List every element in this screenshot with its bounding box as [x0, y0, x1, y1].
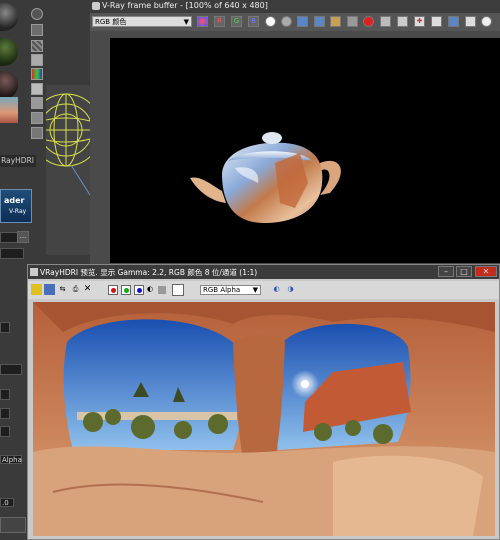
max-viewport[interactable] [46, 85, 90, 255]
white-swatch[interactable] [172, 284, 184, 296]
browse-button[interactable]: ... [17, 231, 29, 243]
clear-image-icon[interactable] [347, 16, 358, 27]
vfb-title-bar[interactable]: V-Ray frame buffer - [100% of 640 x 480] [90, 0, 500, 13]
vrayhdri-preview-window: VRayHDRI 预览. 显示 Gamma: 2.2, RGB 颜色 8 位/通… [27, 264, 500, 540]
duplicate-icon[interactable] [380, 16, 391, 27]
minimize-button[interactable]: – [438, 266, 454, 277]
hdri-material-thumbnail[interactable] [0, 97, 18, 123]
mono-mode-icon[interactable] [281, 16, 292, 27]
sphere-gizmo-icon [46, 93, 90, 196]
sample-uv-icon[interactable] [31, 54, 43, 66]
display-correction-icon[interactable] [448, 16, 459, 27]
swap-icon[interactable]: ⇆ [57, 284, 68, 295]
hdri-panorama-image[interactable] [33, 302, 495, 536]
hdri-title-bar[interactable]: VRayHDRI 预览. 显示 Gamma: 2.2, RGB 颜色 8 位/通… [28, 265, 499, 279]
material-slot-3[interactable] [0, 71, 18, 99]
select-by-material-icon[interactable] [31, 112, 43, 124]
alpha-dropdown[interactable]: Alpha [0, 455, 22, 464]
mono-icon[interactable] [158, 286, 166, 294]
green-channel-button[interactable]: G [231, 16, 242, 27]
backlight-icon[interactable] [31, 24, 43, 36]
vfb-channel-select[interactable]: RGB 颜色 ▼ [92, 16, 192, 27]
save-image-icon[interactable] [297, 16, 308, 27]
map-path-field[interactable] [0, 232, 18, 243]
load-image-icon[interactable] [330, 16, 341, 27]
green-channel-toggle[interactable] [121, 285, 131, 295]
desert-arch-panorama [33, 302, 495, 536]
track-mouse-icon[interactable] [431, 16, 442, 27]
options-icon[interactable] [31, 97, 43, 109]
left-field-2[interactable] [0, 248, 24, 259]
pixel-info-icon[interactable] [465, 16, 476, 27]
follow-mouse-icon[interactable]: ✚ [414, 16, 425, 27]
save-icon[interactable] [31, 284, 42, 295]
vray-frame-buffer-window: V-Ray frame buffer - [100% of 640 x 480]… [90, 0, 500, 265]
vrayhdri-tab[interactable]: RayHDRI [0, 155, 36, 167]
color-picker-icon[interactable] [197, 16, 208, 27]
hdri-title: VRayHDRI 预览. 显示 Gamma: 2.2, RGB 颜色 8 位/通… [40, 268, 258, 277]
render-icon[interactable] [363, 16, 374, 27]
vfb-title: V-Ray frame buffer - [100% of 640 x 480] [102, 1, 268, 10]
vfb-channel-value: RGB 颜色 [95, 18, 127, 26]
left-spinner-3[interactable] [0, 408, 10, 419]
hdri-channel-value: RGB Alpha [203, 286, 241, 294]
vray-logo-icon [92, 2, 100, 10]
material-slot-1[interactable] [0, 3, 18, 31]
hdri-toolbar: ⇆ ⎙ ✕ ◐ RGB Alpha ▼ ◐ ◑ [28, 281, 499, 299]
loader-line-2: V-Ray [9, 208, 27, 215]
left-spinner-1[interactable] [0, 322, 10, 333]
copy-icon[interactable] [44, 284, 55, 295]
window-icon [30, 268, 38, 276]
vray-loader-badge: ader V-Ray [0, 189, 32, 223]
zoom-out-icon[interactable]: ◑ [285, 284, 296, 295]
zoom-in-icon[interactable]: ◐ [271, 284, 282, 295]
blue-channel-toggle[interactable] [134, 285, 144, 295]
vfb-toolbar: RGB 颜色 ▼ R G B ✚ [90, 13, 500, 31]
loader-line-1: ader [4, 196, 25, 205]
material-navigator-icon[interactable] [31, 127, 43, 139]
left-dropdown-1[interactable] [0, 364, 22, 375]
blue-channel-button[interactable]: B [248, 16, 259, 27]
left-spinner-2[interactable] [0, 389, 10, 400]
video-color-check-icon[interactable] [31, 68, 43, 80]
maximize-button[interactable]: □ [456, 266, 472, 277]
close-x-icon[interactable]: ✕ [82, 284, 93, 295]
red-channel-button[interactable]: R [214, 16, 225, 27]
sample-type-icon[interactable] [31, 8, 43, 20]
vfb-render-canvas[interactable] [110, 38, 500, 263]
red-channel-toggle[interactable] [108, 285, 118, 295]
hdri-channel-select[interactable]: RGB Alpha ▼ [200, 285, 261, 295]
lens-effects-icon[interactable] [481, 16, 492, 27]
alpha-channel-icon[interactable] [265, 16, 276, 27]
material-slot-2[interactable] [0, 38, 18, 66]
region-render-icon[interactable] [397, 16, 408, 27]
teapot-render-image [190, 132, 341, 223]
left-bottom-box [0, 517, 26, 533]
save-all-icon[interactable] [314, 16, 325, 27]
left-spinner-4[interactable] [0, 426, 10, 437]
left-value-field[interactable]: .0 [0, 498, 14, 507]
close-button[interactable]: ✕ [475, 266, 497, 277]
half-tone-icon[interactable]: ◐ [147, 284, 153, 295]
make-preview-icon[interactable] [31, 83, 43, 95]
background-checker-icon[interactable] [31, 40, 43, 52]
print-icon[interactable]: ⎙ [70, 284, 81, 295]
